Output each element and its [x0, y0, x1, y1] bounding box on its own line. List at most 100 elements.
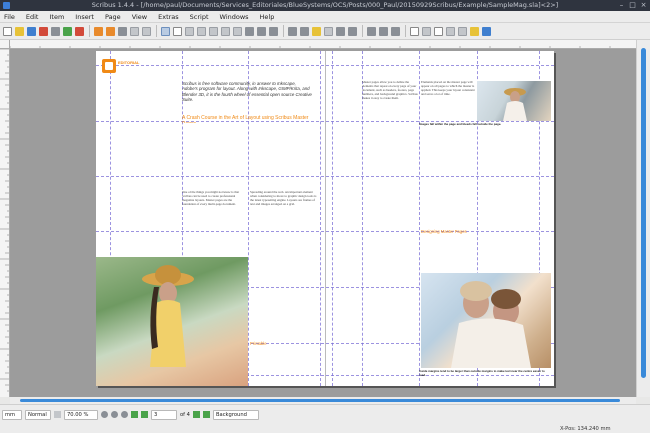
story-editor-icon[interactable]	[324, 26, 333, 36]
menu-edit[interactable]: Edit	[26, 13, 39, 21]
column-3-text-frame[interactable]: Master pages allow you to define the ele…	[362, 81, 418, 371]
status-bar: mm Normal 70.00 % 3 of 4 Background X-Po…	[0, 404, 650, 433]
document-canvas[interactable]: EDITORIAL Scribus is free software commu…	[10, 49, 636, 397]
toolbar-separator	[89, 25, 90, 37]
shape-icon[interactable]	[221, 26, 230, 36]
margin-guide	[96, 65, 554, 66]
last-page-icon[interactable]	[202, 411, 210, 418]
main-toolbar	[0, 23, 650, 40]
row-guide	[96, 176, 554, 177]
photo-two-women-bottom-right[interactable]	[421, 273, 551, 368]
toolbar-separator	[362, 25, 363, 37]
column-1-text-frame[interactable]: One of the things you might not know is …	[182, 191, 246, 255]
eyedropper-icon[interactable]	[391, 26, 400, 36]
column-guide	[332, 51, 333, 386]
maximize-button[interactable]: □	[629, 2, 636, 9]
page-divider	[325, 51, 326, 386]
menu-item[interactable]: Item	[49, 13, 64, 21]
window-title: Scribus 1.4.4 - [/home/paul/Documents/Se…	[91, 1, 559, 9]
text-frame-icon[interactable]	[173, 26, 182, 36]
unit-select[interactable]: mm	[2, 409, 22, 420]
measure-icon[interactable]	[367, 26, 376, 36]
zoom-out-icon[interactable]	[101, 411, 108, 418]
previous-page-icon[interactable]	[141, 411, 148, 418]
vertical-ruler[interactable]	[0, 49, 10, 397]
pdf-icon[interactable]	[75, 26, 84, 36]
close-icon[interactable]	[39, 26, 48, 36]
ruler-corner	[0, 40, 10, 49]
open-icon[interactable]	[15, 26, 24, 36]
select-icon[interactable]	[161, 26, 170, 36]
redo-icon[interactable]	[106, 26, 115, 36]
horizontal-scrollbar[interactable]	[10, 397, 636, 404]
minimize-button[interactable]: –	[618, 2, 625, 9]
image-frame-icon[interactable]	[185, 26, 194, 36]
cut-icon[interactable]	[118, 26, 127, 36]
menu-extras[interactable]: Extras	[158, 13, 179, 21]
close-button[interactable]: ×	[640, 2, 647, 9]
column-2-text-frame[interactable]: Spreading around the web. An important e…	[250, 191, 318, 341]
zoom-input[interactable]: 70.00 %	[64, 409, 98, 420]
brand-label: EDITORIAL	[118, 60, 140, 65]
pdf-list-icon[interactable]	[458, 26, 467, 36]
logo-icon[interactable]	[102, 59, 116, 73]
photo-woman-hat-left[interactable]	[96, 257, 248, 386]
bezier-icon[interactable]	[257, 26, 266, 36]
column-guide	[320, 51, 321, 386]
menu-view[interactable]: View	[132, 13, 147, 21]
link-frames-icon[interactable]	[336, 26, 345, 36]
copy-icon[interactable]	[130, 26, 139, 36]
pdf-link-icon[interactable]	[482, 26, 491, 36]
vertical-scrollbar[interactable]	[636, 40, 650, 397]
zoom-100-icon[interactable]	[111, 411, 118, 418]
table-icon[interactable]	[209, 26, 218, 36]
menu-page[interactable]: Page	[105, 13, 121, 21]
pdf-text-field-icon[interactable]	[422, 26, 431, 36]
render-frame-icon[interactable]	[197, 26, 206, 36]
toolbar-separator	[156, 25, 157, 37]
edit-text-icon[interactable]	[312, 26, 321, 36]
right-subheading[interactable]: Designing Master Pages	[421, 229, 477, 237]
toolbar-separator	[405, 25, 406, 37]
preview-toggle-icon[interactable]	[54, 411, 61, 418]
menu-file[interactable]: File	[4, 13, 15, 21]
print-icon[interactable]	[51, 26, 60, 36]
menu-insert[interactable]: Insert	[75, 13, 94, 21]
polygon-icon[interactable]	[233, 26, 242, 36]
menu-script[interactable]: Script	[190, 13, 209, 21]
unlink-frames-icon[interactable]	[348, 26, 357, 36]
photo-woman-top-right[interactable]	[477, 81, 551, 121]
bottom-right-caption: Inside margins tend to be larger than ou…	[419, 369, 545, 377]
rotate-icon[interactable]	[288, 26, 297, 36]
horizontal-ruler[interactable]	[10, 40, 636, 49]
horizontal-scroll-thumb[interactable]	[20, 399, 620, 402]
headline-text-frame[interactable]: A Crash Course in the Art of Layout usin…	[182, 115, 322, 123]
line-icon[interactable]	[245, 26, 254, 36]
menu-windows[interactable]: Windows	[220, 13, 249, 21]
column-4-text-frame[interactable]: Elements placed on the master page will …	[421, 81, 475, 191]
layer-select[interactable]: Background	[212, 409, 259, 420]
page-number-input[interactable]: 3	[151, 409, 177, 420]
next-page-icon[interactable]	[192, 411, 200, 418]
zoom-icon[interactable]	[300, 26, 309, 36]
left-subheading[interactable]: Printable	[250, 341, 318, 349]
pdf-annotation-icon[interactable]	[470, 26, 479, 36]
new-icon[interactable]	[3, 26, 12, 36]
copy-props-icon[interactable]	[379, 26, 388, 36]
page-spread[interactable]: EDITORIAL Scribus is free software commu…	[96, 51, 554, 386]
menu-bar: File Edit Item Insert Page View Extras S…	[0, 11, 650, 23]
freehand-icon[interactable]	[269, 26, 278, 36]
paste-icon[interactable]	[142, 26, 151, 36]
preview-mode-select[interactable]: Normal	[25, 409, 51, 420]
zoom-in-icon[interactable]	[121, 411, 128, 418]
menu-help[interactable]: Help	[260, 13, 275, 21]
pdf-push-button-icon[interactable]	[410, 26, 419, 36]
pdf-checkbox-icon[interactable]	[434, 26, 443, 36]
vertical-scroll-thumb[interactable]	[641, 48, 646, 378]
row-guide	[96, 231, 554, 232]
save-icon[interactable]	[27, 26, 36, 36]
pdf-combo-icon[interactable]	[446, 26, 455, 36]
preflight-icon[interactable]	[63, 26, 72, 36]
undo-icon[interactable]	[94, 26, 103, 36]
first-page-icon[interactable]	[131, 411, 138, 418]
